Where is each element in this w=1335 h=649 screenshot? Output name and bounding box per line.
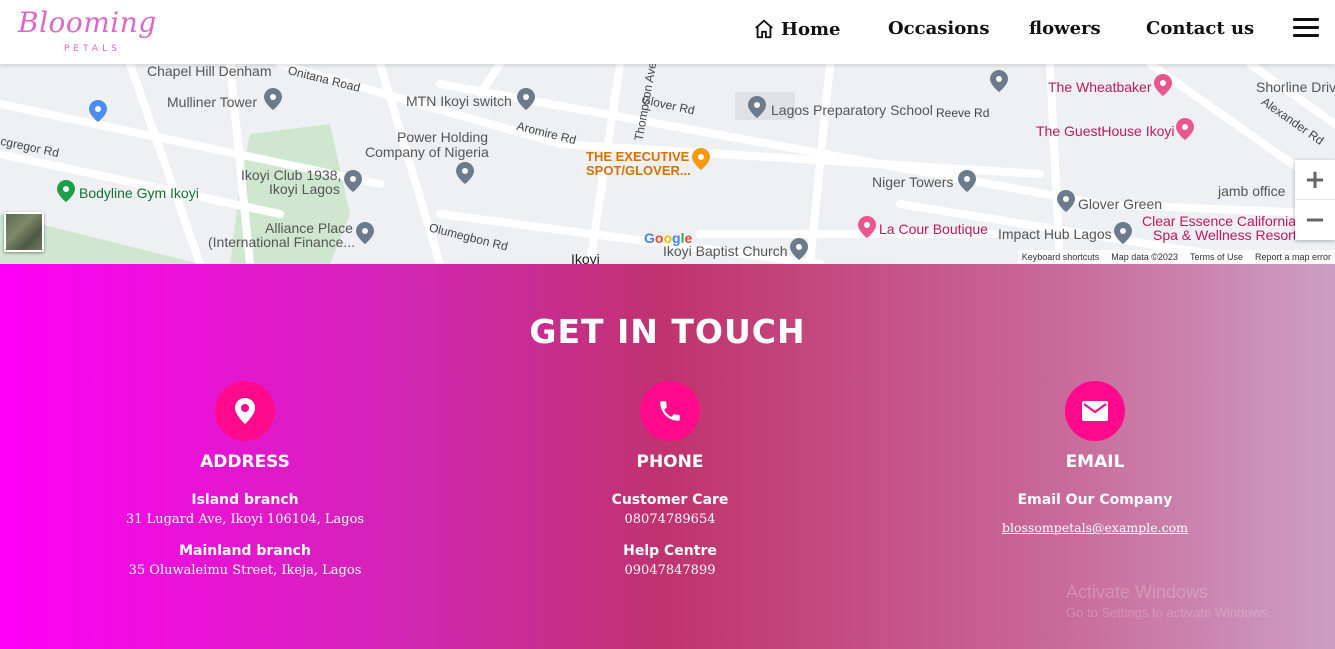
nav-contact-us[interactable]: Contact us [1146, 18, 1254, 39]
map-pin-icon[interactable] [748, 96, 766, 118]
address-heading: ADDRESS [200, 452, 290, 472]
home-icon [755, 19, 773, 39]
location-pin-icon [235, 398, 255, 424]
brand-logo[interactable]: Blooming PETALS [14, 0, 156, 64]
map-label-executive-1: THE EXECUTIVE [586, 149, 690, 164]
embedded-map[interactable]: Chapel Hill Denham Mulliner Tower MTN Ik… [0, 64, 1335, 264]
help-centre-number[interactable]: 09047847899 [520, 563, 820, 578]
map-label-phcn-1: Power Holding [397, 129, 489, 145]
address-icon-circle [215, 381, 275, 441]
email-column: EMAIL Email Our Company blossompetals@ex… [945, 381, 1245, 536]
map-label-shorline: Shorline Driv [1256, 79, 1335, 95]
phone-icon [660, 401, 680, 421]
email-heading: EMAIL [1065, 452, 1125, 472]
customer-care-label: Customer Care [611, 492, 729, 508]
map-label-ikoyi-club-2: Ikoyi Lagos [269, 181, 340, 197]
map-pin-icon[interactable] [958, 170, 976, 192]
map-zoom-controls: + − [1295, 160, 1335, 240]
restaurant-pin-icon[interactable] [692, 148, 710, 170]
map-pin-icon[interactable] [790, 238, 808, 260]
road-label-reeve: Reeve Rd [936, 106, 990, 120]
logo-text: Blooming [18, 6, 157, 39]
hotel-pin-icon[interactable] [1154, 74, 1172, 96]
phone-icon-circle [640, 381, 700, 441]
activate-windows-watermark: Activate Windows Go to Settings to activ… [1066, 582, 1271, 620]
nav-home-label: Home [781, 18, 841, 40]
map-label-glover-green: Glover Green [1078, 196, 1163, 212]
island-branch-address: 31 Lugard Ave, Ikoyi 106104, Lagos [125, 512, 365, 527]
map-label-baptist-church: Ikoyi Baptist Church [663, 243, 788, 259]
contact-section: GET IN TOUCH ADDRESS Island branch 31 Lu… [0, 264, 1335, 649]
watermark-subtitle: Go to Settings to activate Windows. [1066, 605, 1272, 620]
map-label-ikoyi: Ikoyi [571, 251, 600, 265]
google-logo: Google [644, 230, 693, 246]
map-label-jamb: jamb office [1218, 183, 1286, 199]
map-pin-icon[interactable] [1114, 222, 1132, 244]
map-label-executive-2: SPOT/GLOVER... [586, 163, 691, 178]
map-label-guesthouse: The GuestHouse Ikoyi [1036, 123, 1175, 139]
map-label-mulliner-tower: Mulliner Tower [167, 94, 257, 110]
map-pin-icon[interactable] [990, 70, 1008, 92]
hamburger-menu-icon[interactable] [1293, 18, 1319, 40]
map-label-chapel-hill: Chapel Hill Denham [147, 64, 272, 79]
map-pin-icon[interactable] [1057, 190, 1075, 212]
map-label-alliance-2: (International Finance... [208, 234, 356, 250]
hotel-pin-icon[interactable] [1176, 118, 1194, 140]
zoom-out-button[interactable]: − [1295, 200, 1335, 240]
map-label-la-cour: La Cour Boutique [879, 221, 988, 237]
logo-subtext: PETALS [64, 44, 121, 54]
nav-home[interactable]: Home [753, 18, 841, 40]
email-company-label: Email Our Company [1017, 492, 1173, 508]
map-pin-icon[interactable] [456, 162, 474, 184]
report-error-link[interactable]: Report a map error [1255, 252, 1331, 262]
phone-heading: PHONE [636, 452, 704, 472]
map-pin-icon[interactable] [264, 88, 282, 110]
email-link[interactable]: blossompetals@example.com [1002, 520, 1188, 535]
shopping-pin-icon[interactable] [89, 100, 107, 122]
map-label-clear-essence-2: Spa & Wellness Resort [1153, 227, 1297, 243]
zoom-in-button[interactable]: + [1295, 160, 1335, 200]
map-pin-icon[interactable] [344, 170, 362, 192]
envelope-icon [1082, 401, 1108, 421]
phone-column: PHONE Customer Care 08074789654 Help Cen… [520, 381, 820, 578]
map-footer: Keyboard shortcuts Map data ©2023 Terms … [1017, 250, 1335, 264]
gym-pin-icon[interactable] [57, 180, 75, 202]
map-label-niger-towers: Niger Towers [872, 174, 954, 190]
keyboard-shortcuts-link[interactable]: Keyboard shortcuts [1022, 252, 1100, 262]
map-pin-icon[interactable] [356, 222, 374, 244]
map-label-bodyline: Bodyline Gym Ikoyi [79, 185, 199, 201]
site-header: Blooming PETALS Home Occasions flowers C… [0, 0, 1335, 64]
email-icon-circle [1065, 381, 1125, 441]
nav-occasions[interactable]: Occasions [888, 18, 989, 39]
map-label-wheatbaker: The Wheatbaker [1048, 79, 1152, 95]
terms-link[interactable]: Terms of Use [1190, 252, 1243, 262]
hotel-pin-icon[interactable] [858, 216, 876, 238]
map-label-phcn-2: Company of Nigeria [365, 144, 489, 160]
nav-flowers[interactable]: flowers [1029, 18, 1101, 39]
mainland-branch-address: 35 Oluwaleimu Street, Ikeja, Lagos [128, 563, 362, 578]
map-label-lagos-prep: Lagos Preparatory School [771, 102, 933, 118]
map-label-mtn-ikoyi: MTN Ikoyi switch [406, 93, 512, 109]
help-centre-label: Help Centre [623, 543, 717, 559]
map-data-text: Map data ©2023 [1111, 252, 1178, 262]
watermark-title: Activate Windows [1066, 582, 1209, 602]
satellite-toggle[interactable] [4, 212, 44, 252]
customer-care-number[interactable]: 08074789654 [520, 512, 820, 527]
contact-title: GET IN TOUCH [529, 312, 806, 351]
map-pin-icon[interactable] [517, 88, 535, 110]
island-branch-label: Island branch [191, 492, 299, 508]
mainland-branch-label: Mainland branch [179, 543, 311, 559]
map-label-impact-hub: Impact Hub Lagos [998, 226, 1112, 242]
address-column: ADDRESS Island branch 31 Lugard Ave, Iko… [95, 381, 395, 578]
